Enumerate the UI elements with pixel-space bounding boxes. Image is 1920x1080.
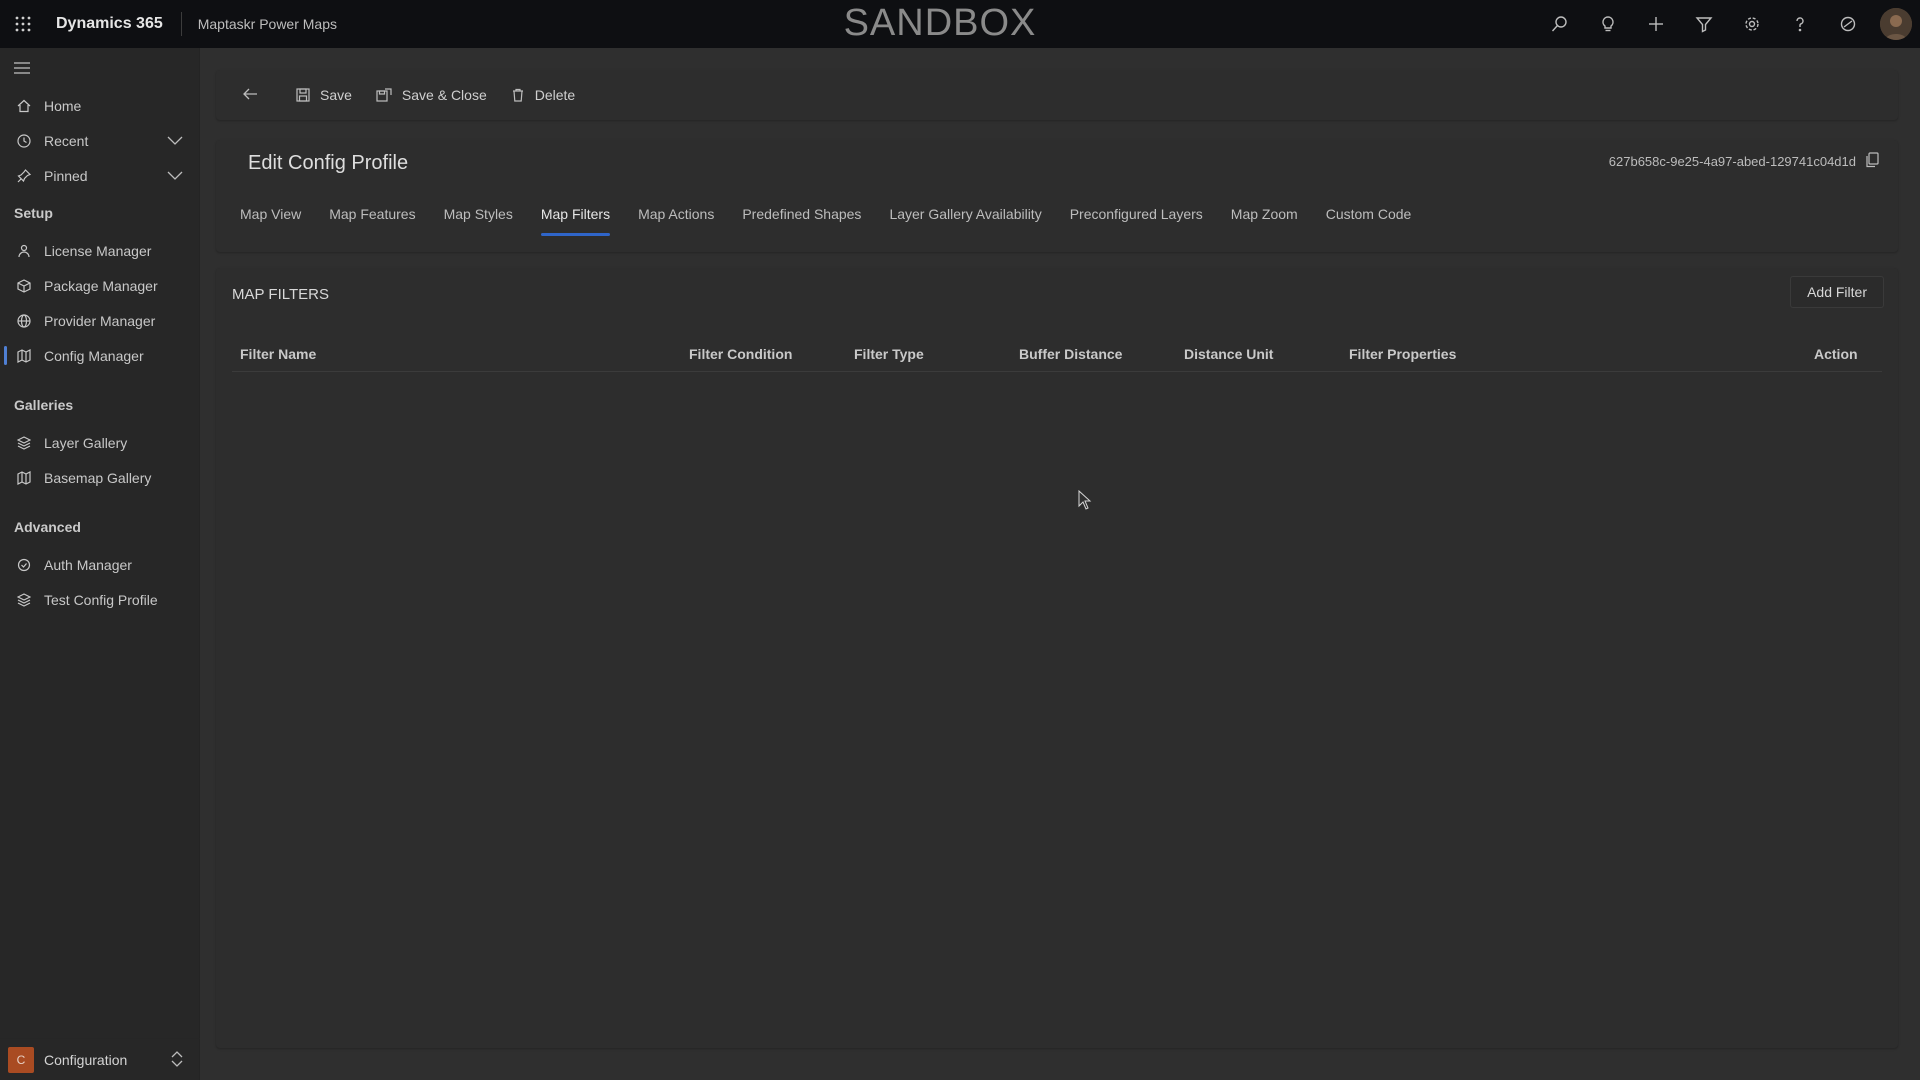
sidebar-item-package-manager[interactable]: Package Manager (0, 268, 199, 303)
sidebar-item-label: Basemap Gallery (44, 469, 152, 486)
command-bar: Save Save & Close Delete (216, 70, 1898, 120)
sidebar-item-license-manager[interactable]: License Manager (0, 233, 199, 268)
sidebar-item-label: Recent (44, 132, 89, 149)
save-icon (296, 88, 310, 102)
sidebar-item-label: Package Manager (44, 277, 158, 294)
page-title: Edit Config Profile (248, 152, 409, 174)
globe-icon (16, 313, 32, 329)
layers-icon (16, 592, 32, 608)
sidebar-item-home[interactable]: Home (0, 88, 199, 123)
save-close-label: Save & Close (401, 87, 487, 103)
chevron-updown-icon (170, 1051, 184, 1072)
module-name[interactable]: Maptaskr Power Maps (192, 16, 337, 32)
sidebar-item-recent[interactable]: Recent (0, 123, 199, 158)
save-button[interactable]: Save (284, 77, 364, 113)
plus-icon[interactable] (1632, 0, 1680, 48)
sidebar-item-provider-manager[interactable]: Provider Manager (0, 303, 199, 338)
record-header: Edit Config Profile 627b658c-9e25-4a97-a… (216, 140, 1898, 252)
record-id: 627b658c-9e25-4a97-abed-129741c04d1d (1608, 154, 1856, 169)
tab-map-filters[interactable]: Map Filters (527, 206, 624, 238)
save-close-icon (376, 88, 392, 102)
topbar-actions (1536, 0, 1920, 48)
home-icon (16, 98, 32, 114)
app-launcher-icon[interactable] (0, 0, 46, 48)
topbar-divider (180, 12, 182, 36)
back-button[interactable] (226, 77, 274, 113)
column-header-filter-properties[interactable]: Filter Properties (1349, 346, 1456, 362)
tab-map-view[interactable]: Map View (226, 206, 315, 238)
sidebar-item-label: Home (44, 97, 82, 114)
save-label: Save (320, 87, 352, 103)
column-header-filter-condition[interactable]: Filter Condition (689, 346, 792, 362)
sidebar-item-label: Test Config Profile (44, 591, 158, 608)
sidebar-item-label: Auth Manager (44, 556, 132, 573)
tab-map-features[interactable]: Map Features (315, 206, 429, 238)
back-arrow-icon (242, 87, 258, 104)
add-filter-button[interactable]: Add Filter (1790, 276, 1884, 308)
sidebar-item-label: Provider Manager (44, 312, 156, 329)
tab-layer-gallery-availability[interactable]: Layer Gallery Availability (875, 206, 1055, 238)
section-title: MAP FILTERS (232, 286, 329, 303)
tab-custom-code[interactable]: Custom Code (1312, 206, 1426, 238)
column-header-filter-type[interactable]: Filter Type (854, 346, 924, 362)
map-filters-section: MAP FILTERS Add Filter Filter Name Filte… (216, 268, 1898, 1048)
sidebar-section-advanced: Advanced (14, 519, 81, 535)
sidebar-item-pinned[interactable]: Pinned (0, 158, 199, 193)
filters-table-header: Filter Name Filter Condition Filter Type… (232, 340, 1882, 372)
clock-icon (16, 133, 32, 149)
chevron-down-icon[interactable] (167, 168, 183, 185)
map-icon (16, 470, 32, 486)
tab-preconfigured-layers[interactable]: Preconfigured Layers (1056, 206, 1217, 238)
mouse-cursor-icon (1078, 489, 1092, 515)
map-icon (16, 348, 32, 364)
sidebar-item-label: Pinned (44, 167, 88, 184)
tab-map-styles[interactable]: Map Styles (430, 206, 527, 238)
sidebar-item-label: License Manager (44, 242, 152, 259)
hamburger-menu-icon[interactable] (0, 48, 199, 88)
column-header-distance-unit[interactable]: Distance Unit (1184, 346, 1273, 362)
copilot-icon[interactable] (1824, 0, 1872, 48)
chevron-down-icon[interactable] (167, 133, 183, 150)
sidebar-item-basemap-gallery[interactable]: Basemap Gallery (0, 460, 199, 495)
lightbulb-icon[interactable] (1584, 0, 1632, 48)
column-header-action[interactable]: Action (1814, 346, 1858, 362)
sidebar-item-label: Config Manager (44, 347, 144, 364)
save-and-close-button[interactable]: Save & Close (364, 77, 499, 113)
sidebar: Home Recent Pinned Setup License Manager… (0, 48, 200, 1080)
sidebar-section-setup: Setup (14, 205, 53, 221)
area-name: Configuration (44, 1051, 128, 1068)
sidebar-item-config-manager[interactable]: Config Manager (0, 338, 199, 373)
tab-list: Map View Map Features Map Styles Map Fil… (226, 206, 1425, 238)
user-avatar[interactable] (1880, 8, 1912, 40)
area-badge: C (8, 1046, 34, 1073)
sidebar-item-label: Layer Gallery (44, 434, 128, 451)
tab-map-actions[interactable]: Map Actions (624, 206, 728, 238)
area-switcher[interactable]: C Configuration (0, 1038, 200, 1080)
tab-predefined-shapes[interactable]: Predefined Shapes (728, 206, 875, 238)
auth-icon (16, 557, 32, 573)
sidebar-section-galleries: Galleries (14, 397, 74, 413)
app-name[interactable]: Dynamics 365 (46, 15, 171, 33)
search-icon[interactable] (1536, 0, 1584, 48)
sidebar-item-layer-gallery[interactable]: Layer Gallery (0, 425, 199, 460)
column-header-buffer-distance[interactable]: Buffer Distance (1019, 346, 1122, 362)
top-bar: Dynamics 365 Maptaskr Power Maps SANDBOX (0, 0, 1920, 48)
filter-icon[interactable] (1680, 0, 1728, 48)
gear-icon[interactable] (1728, 0, 1776, 48)
pin-icon (16, 168, 32, 184)
tab-map-zoom[interactable]: Map Zoom (1217, 206, 1312, 238)
license-icon (16, 243, 32, 259)
delete-button[interactable]: Delete (499, 77, 587, 113)
column-header-filter-name[interactable]: Filter Name (240, 346, 316, 362)
trash-icon (511, 88, 525, 102)
sidebar-item-auth-manager[interactable]: Auth Manager (0, 547, 199, 582)
delete-label: Delete (534, 87, 576, 103)
package-icon (16, 278, 32, 294)
sidebar-item-test-config-profile[interactable]: Test Config Profile (0, 582, 199, 617)
help-icon[interactable] (1776, 0, 1824, 48)
layers-icon (16, 435, 32, 451)
copy-icon[interactable] (1866, 152, 1880, 173)
